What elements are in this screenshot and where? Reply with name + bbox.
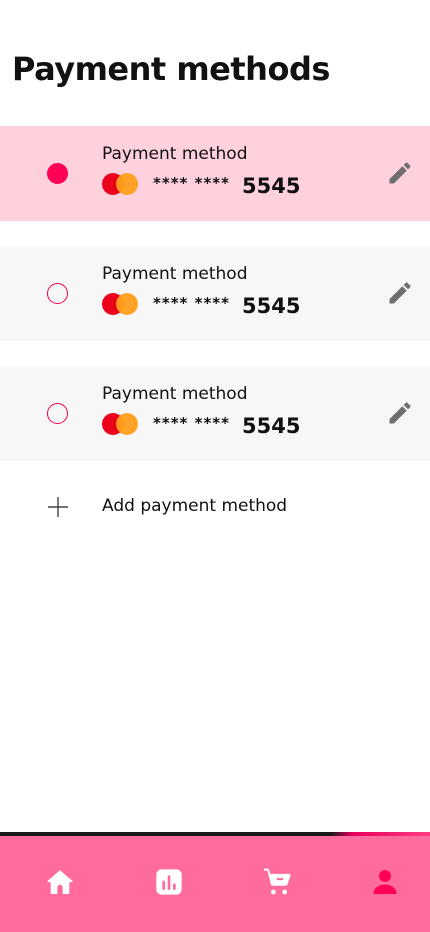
payment-method-row[interactable]: Payment method **** **** 5545	[0, 126, 430, 221]
payment-method-row[interactable]: Payment method **** **** 5545	[0, 366, 430, 461]
card-number-mask: **** ****	[153, 414, 230, 432]
card-number-mask: **** ****	[153, 294, 230, 312]
page-title: Payment methods	[12, 50, 330, 88]
edit-pencil-icon[interactable]	[386, 279, 414, 307]
radio-unselected[interactable]	[47, 403, 68, 424]
card-last-four: 5545	[242, 294, 301, 318]
user-icon[interactable]	[369, 866, 401, 898]
plus-icon	[47, 496, 69, 518]
bottom-nav	[0, 832, 430, 932]
nav-progress-bar	[0, 832, 430, 836]
home-icon[interactable]	[44, 866, 76, 898]
mastercard-icon	[102, 173, 139, 195]
add-payment-method-button[interactable]: Add payment method	[0, 480, 430, 534]
payment-method-row[interactable]: Payment method **** **** 5545	[0, 246, 430, 341]
payment-method-label: Payment method	[102, 144, 248, 164]
card-last-four: 5545	[242, 174, 301, 198]
bar-chart-icon[interactable]	[153, 866, 185, 898]
mastercard-icon	[102, 413, 139, 435]
payment-method-label: Payment method	[102, 384, 248, 404]
add-payment-method-label: Add payment method	[102, 496, 288, 516]
edit-pencil-icon[interactable]	[386, 159, 414, 187]
payment-methods-screen: Payment methods Payment method **** ****…	[0, 0, 430, 932]
payment-method-label: Payment method	[102, 264, 248, 284]
card-last-four: 5545	[242, 414, 301, 438]
card-number-mask: **** ****	[153, 174, 230, 192]
mastercard-icon	[102, 293, 139, 315]
edit-pencil-icon[interactable]	[386, 399, 414, 427]
radio-unselected[interactable]	[47, 283, 68, 304]
cart-icon[interactable]	[262, 866, 294, 898]
radio-selected[interactable]	[47, 163, 68, 184]
